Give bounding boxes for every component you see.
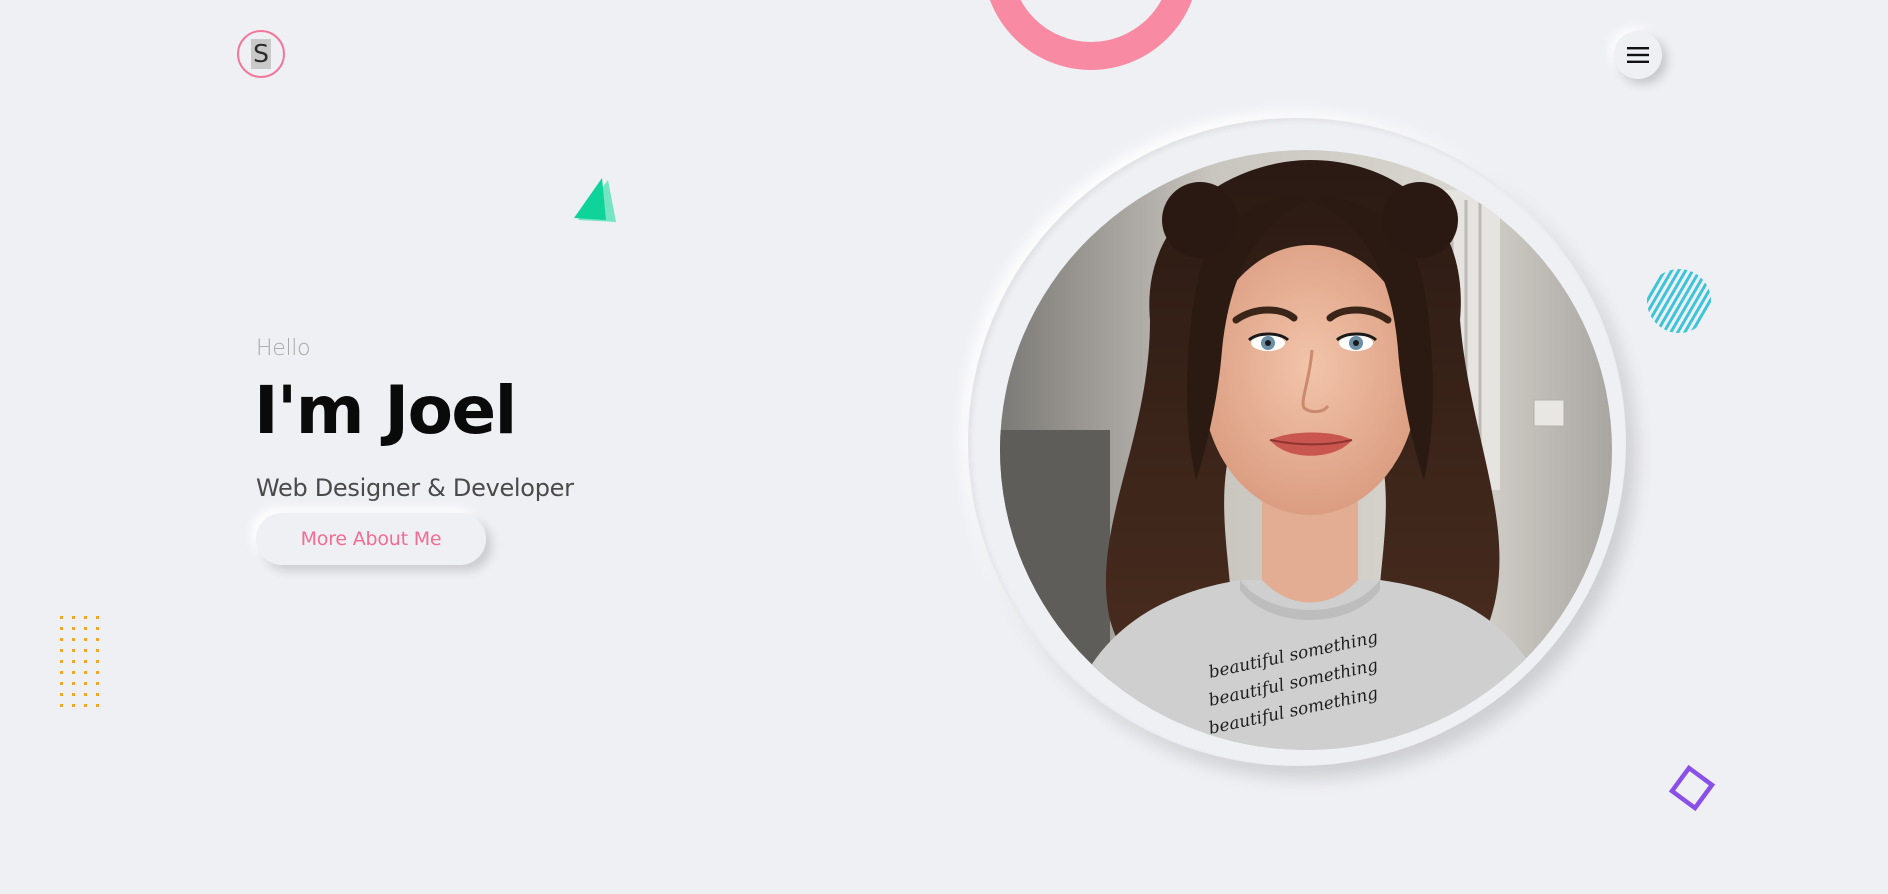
green-triangle-decoration — [574, 178, 616, 222]
cyan-striped-circle-decoration — [1647, 269, 1711, 333]
menu-button[interactable] — [1614, 31, 1662, 79]
logo-letter: S — [251, 39, 271, 69]
more-about-me-button[interactable]: More About Me — [256, 513, 486, 565]
page: S Hello I'm Joel Web Designer & Develope… — [0, 0, 1888, 894]
profile-photo: beautiful something beautiful something … — [1000, 150, 1612, 750]
hamburger-icon — [1627, 47, 1649, 63]
purple-square-decoration — [1668, 764, 1716, 812]
logo[interactable]: S — [237, 30, 285, 78]
orange-dot-grid-decoration — [60, 616, 99, 707]
greeting-text: Hello — [256, 336, 311, 361]
pink-ring-decoration — [989, 0, 1193, 70]
hero-name-heading: I'm Joel — [254, 372, 517, 449]
hero-role-text: Web Designer & Developer — [256, 474, 574, 502]
